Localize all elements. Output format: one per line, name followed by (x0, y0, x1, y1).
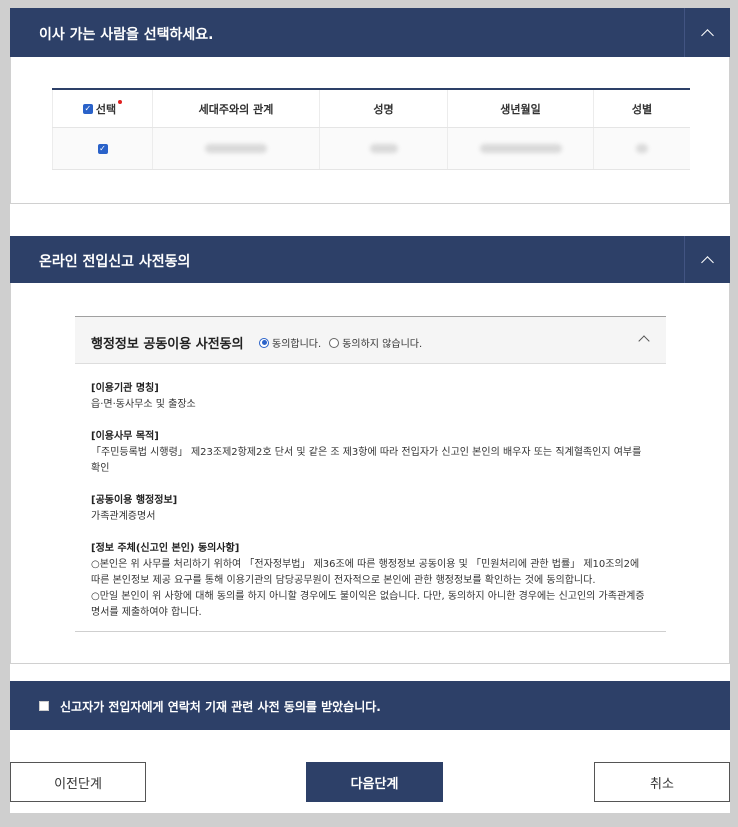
table-header-row: ✓ 선택 세대주와의 관계 성명 생년월일 성별 (52, 90, 690, 128)
consent-section-collapse-button[interactable] (684, 236, 730, 283)
table-row: ✓ (52, 128, 690, 170)
contact-consent-label[interactable]: 신고자가 전입자에게 연락처 기재 관련 사전 동의를 받았습니다. (60, 698, 381, 715)
redacted-gender (636, 144, 648, 153)
agreement-block-consent: [정보 주체(신고인 본인) 동의사항] ○본인은 위 사무를 처리하기 위하여… (91, 543, 645, 618)
agreement-block-info: [공동이용 행정정보] 가족관계증명서 (91, 495, 178, 522)
prev-step-button[interactable]: 이전단계 (10, 762, 146, 802)
row-select-cell: ✓ (52, 128, 153, 169)
agreement-collapse-chevron-icon[interactable] (638, 335, 650, 347)
agreement-box: 행정정보 공동이용 사전동의 동의합니다. 동의하지 않습니다. [이용기관 명… (75, 316, 666, 632)
agreement-block-agency: [이용기관 명칭] 읍·면·동사무소 및 출장소 (91, 383, 196, 410)
mover-section-body: ✓ 선택 세대주와의 관계 성명 생년월일 성별 ✓ (10, 57, 730, 204)
contact-consent-checkbox[interactable] (39, 701, 49, 711)
agreement-content: [이용기관 명칭] 읍·면·동사무소 및 출장소 [이용사무 목적] 「주민등록… (91, 381, 651, 637)
mover-section-title: 이사 가는 사람을 선택하세요. (39, 27, 214, 43)
chevron-up-icon (701, 255, 714, 269)
contact-consent-bar: 신고자가 전입자에게 연락처 기재 관련 사전 동의를 받았습니다. (10, 681, 730, 730)
chevron-up-icon (701, 28, 714, 42)
mover-section-collapse-button[interactable] (684, 8, 730, 57)
disagree-radio[interactable] (329, 337, 340, 348)
mover-table: ✓ 선택 세대주와의 관계 성명 생년월일 성별 ✓ (52, 88, 690, 170)
frame-left (0, 0, 10, 827)
agreement-radio-group: 동의합니다. 동의하지 않습니다. (259, 335, 430, 350)
row-select-checkbox[interactable]: ✓ (97, 143, 108, 154)
header-birth: 생년월일 (448, 90, 594, 127)
cancel-button[interactable]: 취소 (594, 762, 730, 802)
frame-bottom (0, 813, 738, 827)
next-step-button[interactable]: 다음단계 (306, 762, 443, 802)
redacted-name (369, 144, 398, 153)
redacted-birth (479, 144, 562, 153)
consent-section-body: 행정정보 공동이용 사전동의 동의합니다. 동의하지 않습니다. [이용기관 명… (10, 283, 730, 664)
agreement-header: 행정정보 공동이용 사전동의 동의합니다. 동의하지 않습니다. (75, 317, 666, 364)
header-gender: 성별 (631, 102, 653, 116)
mover-section-header[interactable]: 이사 가는 사람을 선택하세요. (10, 8, 730, 57)
cell-name (320, 128, 448, 169)
consent-section-title: 온라인 전입신고 사전동의 (39, 254, 191, 270)
cell-gender (594, 128, 690, 169)
header-name: 성명 (320, 90, 448, 127)
select-all-checkbox[interactable]: ✓ (82, 103, 93, 114)
frame-top (0, 0, 738, 8)
consent-section-header[interactable]: 온라인 전입신고 사전동의 (10, 236, 730, 283)
disagree-radio-label[interactable]: 동의하지 않습니다. (342, 335, 422, 350)
agreement-block-purpose: [이용사무 목적] 「주민등록법 시행령」 제23조제2항제2호 단서 및 같은… (91, 431, 642, 474)
header-select: ✓ 선택 (52, 90, 153, 127)
agree-radio[interactable] (259, 337, 269, 348)
cell-relation (153, 128, 320, 169)
redacted-relation (205, 144, 267, 153)
agreement-title: 행정정보 공동이용 사전동의 (91, 337, 244, 352)
cell-birth (448, 128, 594, 169)
agree-radio-label[interactable]: 동의합니다. (272, 335, 321, 350)
header-relation: 세대주와의 관계 (153, 90, 320, 127)
required-mark-icon (118, 99, 123, 104)
frame-right (730, 0, 738, 827)
